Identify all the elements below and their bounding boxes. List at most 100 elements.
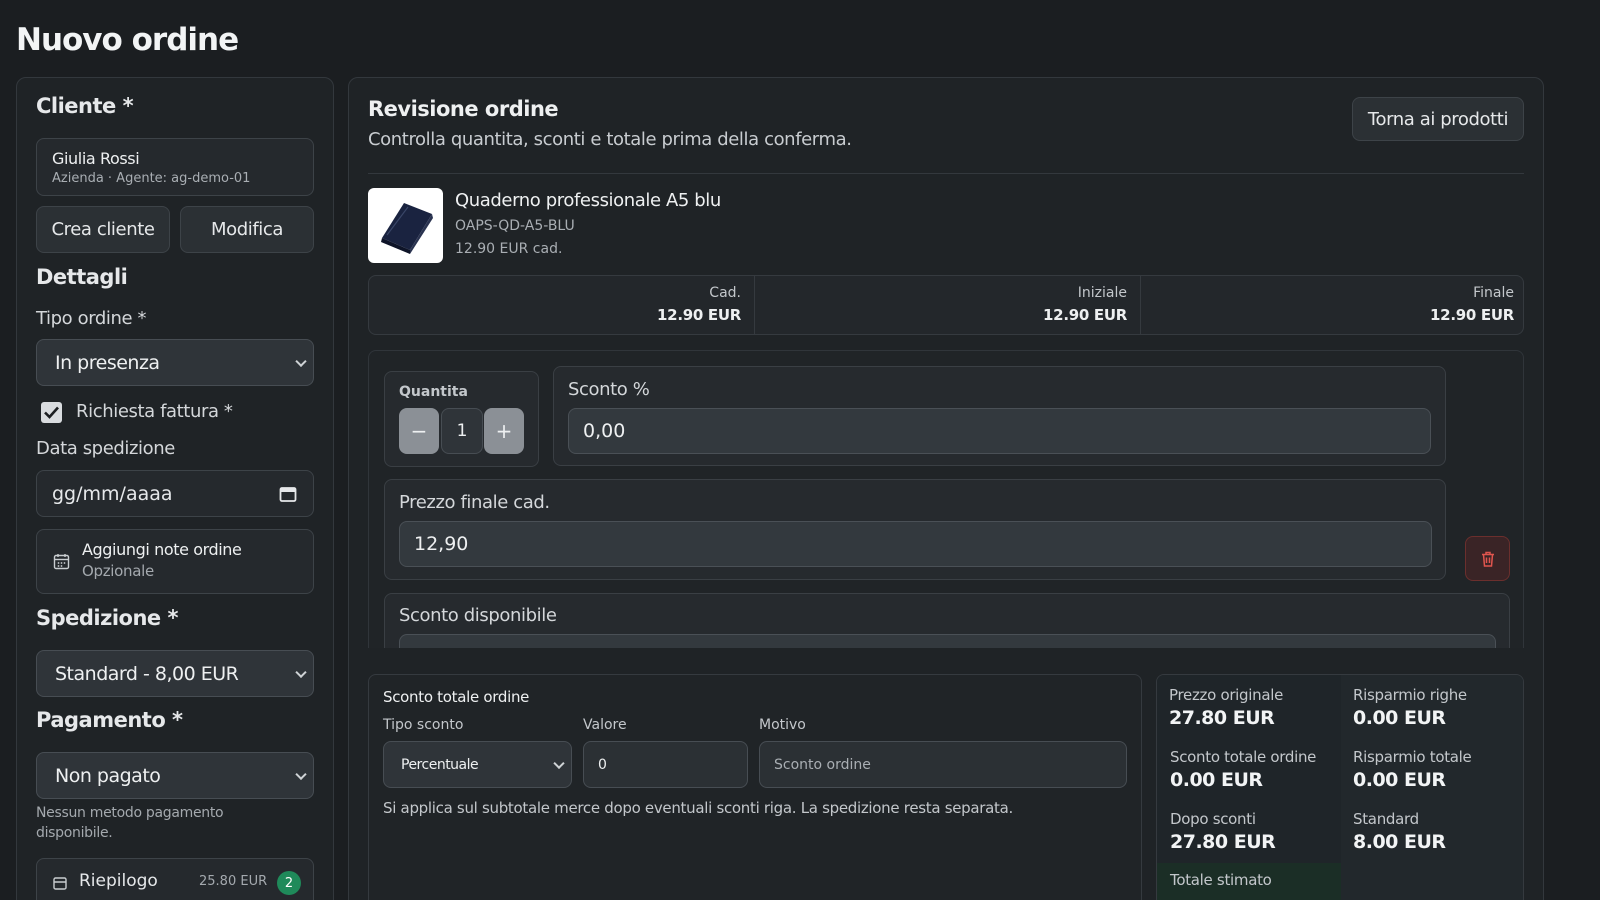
price-col-value: 12.90 EUR (1043, 306, 1127, 324)
order-discount-value-input[interactable]: 0 (583, 741, 748, 788)
order-discount-reason-input[interactable]: Sconto ordine (759, 741, 1127, 788)
total-label: Totale stimato (1170, 871, 1272, 889)
chevron-down-icon (295, 666, 307, 678)
invoice-label: Richiesta fattura * (76, 401, 233, 422)
ship-date-placeholder: gg/mm/aaaa (52, 483, 173, 505)
cart-count-badge: 2 (277, 871, 301, 895)
quantity-increment-button[interactable]: + (484, 408, 524, 454)
price-col-value: 12.90 EUR (657, 306, 741, 324)
discount-label: Sconto % (568, 379, 650, 400)
order-type-value: In presenza (55, 351, 160, 374)
customer-meta: Azienda · Agente: ag-demo-01 (52, 171, 251, 186)
details-heading: Dettagli (36, 265, 128, 289)
shipping-select[interactable]: Standard - 8,00 EUR (36, 650, 314, 697)
notes-calendar-icon (53, 554, 70, 570)
notebook-icon (381, 203, 433, 254)
order-discount-box: Sconto totale ordine Tipo sconto Valore … (368, 674, 1142, 900)
product-thumbnail (368, 188, 443, 263)
quantity-input[interactable]: 1 (441, 408, 483, 454)
order-notes-button[interactable]: Aggiungi note ordine Opzionale (36, 529, 314, 594)
chevron-down-icon (295, 768, 307, 780)
price-columns: Cad. 12.90 EUR Iniziale 12.90 EUR Finale… (368, 275, 1524, 335)
line-editor: Quantita − 1 + Sconto % 0,00 Prezzo fina… (368, 350, 1524, 648)
discount-box: Sconto % 0,00 (553, 366, 1446, 466)
notes-title: Aggiungi note ordine (82, 540, 242, 559)
calendar-icon[interactable] (279, 485, 297, 503)
price-col-unit: Cad. 12.90 EUR (369, 276, 755, 334)
final-price-input[interactable]: 12,90 (399, 521, 1432, 567)
summary-value: 27.80 EUR (1169, 707, 1275, 729)
summary-label: Prezzo originale (1169, 686, 1284, 704)
chevron-down-icon (295, 355, 307, 367)
discount-type-select[interactable]: Percentuale (383, 741, 572, 788)
discount-type-value: Percentuale (401, 756, 479, 773)
summary-label: Risparmio righe (1353, 686, 1467, 704)
summary-value: 0.00 EUR (1353, 769, 1446, 791)
total-row: Totale stimato (1157, 863, 1341, 900)
discount-type-label: Tipo sconto (383, 717, 464, 733)
cart-icon (53, 877, 67, 890)
customer-heading: Cliente * (36, 94, 134, 118)
divider (368, 173, 1524, 174)
price-col-final: Finale 12.90 EUR (1141, 276, 1523, 334)
payment-heading: Pagamento * (36, 708, 183, 732)
final-price-box: Prezzo finale cad. 12,90 (384, 479, 1446, 580)
edit-customer-button[interactable]: Modifica (180, 206, 314, 253)
check-icon (44, 406, 59, 419)
product-unit-price: 12.90 EUR cad. (455, 241, 563, 257)
create-customer-button[interactable]: Crea cliente (36, 206, 170, 253)
final-price-label: Prezzo finale cad. (399, 492, 550, 513)
summary-value: 8.00 EUR (1353, 831, 1446, 853)
order-discount-title: Sconto totale ordine (383, 688, 530, 706)
review-title: Revisione ordine (368, 97, 559, 121)
available-discount-box: Sconto disponibile (384, 593, 1510, 648)
summary-label: Sconto totale ordine (1170, 748, 1317, 766)
order-type-select[interactable]: In presenza (36, 339, 314, 386)
summary-label: Dopo sconti (1170, 810, 1256, 828)
price-col-value: 12.90 EUR (1430, 306, 1514, 324)
shipping-heading: Spedizione * (36, 606, 178, 630)
customer-name: Giulia Rossi (52, 149, 140, 168)
product-name: Quaderno professionale A5 blu (455, 190, 721, 211)
notes-subtitle: Opzionale (82, 562, 154, 580)
reason-placeholder: Sconto ordine (774, 756, 871, 773)
price-col-label: Finale (1473, 285, 1514, 301)
cart-total: 25.80 EUR (199, 874, 268, 889)
customer-card[interactable]: Giulia Rossi Azienda · Agente: ag-demo-0… (36, 138, 314, 196)
review-subtitle: Controlla quantita, sconti e totale prim… (368, 129, 852, 150)
quantity-box: Quantita − 1 + (384, 371, 539, 467)
quantity-label: Quantita (399, 384, 468, 400)
trash-icon (1481, 551, 1494, 567)
available-discount-label: Sconto disponibile (399, 605, 557, 626)
price-col-label: Iniziale (1077, 285, 1127, 301)
shipping-value: Standard - 8,00 EUR (55, 662, 239, 685)
payment-value: Non pagato (55, 764, 161, 787)
summary-value: 0.00 EUR (1170, 769, 1263, 791)
order-discount-note: Si applica sul subtotale merce dopo even… (383, 799, 1013, 817)
chevron-down-icon (553, 757, 565, 769)
ship-date-label: Data spedizione (36, 438, 175, 459)
delete-line-button[interactable] (1465, 536, 1510, 581)
summary-label: Standard (1353, 810, 1419, 828)
summary-label: Risparmio totale (1353, 748, 1472, 766)
cart-label: Riepilogo (79, 871, 158, 891)
payment-select[interactable]: Non pagato (36, 752, 314, 799)
product-sku: OAPS-QD-A5-BLU (455, 218, 575, 234)
order-type-label: Tipo ordine * (36, 308, 147, 329)
quantity-decrement-button[interactable]: − (399, 408, 439, 454)
payment-note: Nessun metodo pagamento disponibile. (36, 805, 224, 841)
page-title: Nuovo ordine (16, 22, 239, 58)
order-summary: Prezzo originale 27.80 EUR Risparmio rig… (1156, 674, 1524, 900)
available-discount-field[interactable] (399, 634, 1496, 648)
back-to-products-button[interactable]: Torna ai prodotti (1352, 97, 1524, 141)
cart-summary-button[interactable]: Riepilogo 25.80 EUR 2 (36, 858, 314, 900)
invoice-checkbox[interactable] (41, 402, 62, 423)
price-col-label: Cad. (709, 285, 741, 301)
price-col-initial: Iniziale 12.90 EUR (755, 276, 1141, 334)
summary-value: 0.00 EUR (1353, 707, 1446, 729)
discount-reason-label: Motivo (759, 717, 806, 733)
ship-date-input[interactable]: gg/mm/aaaa (36, 470, 314, 517)
discount-value-label: Valore (583, 717, 627, 733)
discount-input[interactable]: 0,00 (568, 408, 1431, 454)
summary-value: 27.80 EUR (1170, 831, 1276, 853)
